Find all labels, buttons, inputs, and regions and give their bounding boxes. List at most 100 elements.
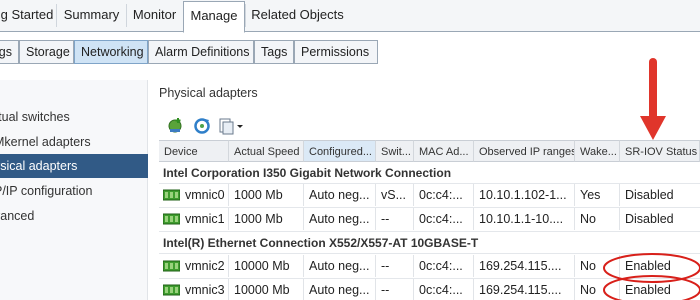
column-header-configured-speed[interactable]: Configured... xyxy=(304,140,376,162)
column-header-switch[interactable]: Swit... xyxy=(376,140,414,162)
sr-iov-status-cell: Enabled xyxy=(625,283,671,297)
tab-summary[interactable]: Summary xyxy=(56,4,126,27)
nav-label: rtual switches xyxy=(0,110,70,124)
mac-address-cell: 0c:c4:... xyxy=(414,279,474,300)
subtab-settings[interactable]: ings xyxy=(0,40,19,64)
column-label: Configured... xyxy=(309,146,372,158)
subtab-label: Networking xyxy=(81,45,144,59)
actual-speed-cell: 1000 Mb xyxy=(229,184,304,206)
tab-manage[interactable]: Manage xyxy=(183,1,245,33)
table-row[interactable]: vmnic2 10000 Mb Auto neg... -- 0c:c4:...… xyxy=(159,255,700,279)
physical-adapters-panel: Physical adapters Device Actual Speed Co… xyxy=(148,64,700,300)
actual-speed-cell: 10000 Mb xyxy=(229,255,304,277)
sr-iov-status-cell: Disabled xyxy=(625,188,674,202)
wake-on-lan-cell: Yes xyxy=(575,184,620,206)
configured-speed-cell: Auto neg... xyxy=(304,279,376,300)
nav-physical-adapters[interactable]: ysical adapters xyxy=(0,154,148,178)
nav-label: P/IP configuration xyxy=(0,184,93,198)
wake-on-lan-cell: No xyxy=(575,255,620,277)
tab-label: Summary xyxy=(63,7,120,22)
nav-label: ysical adapters xyxy=(0,159,78,173)
switch-cell: -- xyxy=(376,208,414,230)
sr-iov-status-cell: Enabled xyxy=(625,259,671,273)
table-row[interactable]: vmnic1 1000 Mb Auto neg... -- 0c:c4:... … xyxy=(159,208,700,232)
subtab-label: Alarm Definitions xyxy=(155,45,250,59)
subtab-label: Tags xyxy=(261,45,288,59)
configured-speed-cell: Auto neg... xyxy=(304,255,376,277)
switch-cell: -- xyxy=(376,279,414,300)
column-header-wake-on-lan[interactable]: Wake... xyxy=(575,140,620,162)
networking-nav: rtual switches Mkernel adapters ysical a… xyxy=(0,80,148,300)
observed-ip-cell: 10.10.1.102-1... xyxy=(474,184,575,206)
device-cell: vmnic2 xyxy=(159,255,229,277)
tab-label: Manage xyxy=(190,8,238,23)
adapter-toolbar xyxy=(166,116,266,138)
top-tab-bar: g Started Summary Monitor Manage Related… xyxy=(0,0,700,33)
column-header-device[interactable]: Device xyxy=(159,140,229,162)
column-header-actual-speed[interactable]: Actual Speed xyxy=(229,140,304,162)
column-header-observed-ip-ranges[interactable]: Observed IP ranges xyxy=(474,140,575,162)
add-networking-icon[interactable] xyxy=(166,116,186,136)
subtab-networking[interactable]: Networking xyxy=(74,40,148,64)
sr-iov-status-cell: Disabled xyxy=(625,212,674,226)
manage-sub-tab-bar: ings Storage Networking Alarm Definition… xyxy=(0,40,700,64)
network-adapter-icon xyxy=(162,213,181,225)
device-cell: vmnic3 xyxy=(159,279,229,300)
configured-speed-cell: Auto neg... xyxy=(304,208,376,230)
network-adapter-icon xyxy=(162,284,181,296)
nav-vmkernel-adapters[interactable]: Mkernel adapters xyxy=(0,130,148,154)
column-label: Observed IP ranges xyxy=(479,146,575,158)
column-label: Swit... xyxy=(381,146,411,158)
table-row[interactable]: vmnic3 10000 Mb Auto neg... -- 0c:c4:...… xyxy=(159,279,700,300)
wake-on-lan-cell: No xyxy=(575,279,620,300)
tab-monitor[interactable]: Monitor xyxy=(126,4,182,27)
mac-address-cell: 0c:c4:... xyxy=(414,208,474,230)
subtab-label: ings xyxy=(0,45,12,59)
switch-cell: -- xyxy=(376,255,414,277)
nav-virtual-switches[interactable]: rtual switches xyxy=(0,105,148,129)
adapter-group-header[interactable]: Intel(R) Ethernet Connection X552/X557-A… xyxy=(159,232,700,254)
table-row[interactable]: vmnic0 1000 Mb Auto neg... vS... 0c:c4:.… xyxy=(159,184,700,208)
subtab-alarm-definitions[interactable]: Alarm Definitions xyxy=(148,40,254,64)
actual-speed-cell: 10000 Mb xyxy=(229,279,304,300)
observed-ip-cell: 169.254.115.... xyxy=(474,255,575,277)
subtab-label: Permissions xyxy=(301,45,370,59)
column-label: SR-IOV Status xyxy=(625,146,698,158)
column-label: Actual Speed xyxy=(234,146,300,158)
mac-address-cell: 0c:c4:... xyxy=(414,255,474,277)
column-label: Wake... xyxy=(580,146,617,158)
actual-speed-cell: 1000 Mb xyxy=(229,208,304,230)
device-name: vmnic1 xyxy=(185,212,225,226)
tab-related-objects[interactable]: Related Objects xyxy=(245,4,349,27)
observed-ip-cell: 10.10.1.1-10.... xyxy=(474,208,575,230)
tab-label: Monitor xyxy=(132,7,177,22)
nav-label: Mkernel adapters xyxy=(0,135,91,149)
wake-on-lan-cell: No xyxy=(575,208,620,230)
configured-speed-cell: Auto neg... xyxy=(304,184,376,206)
network-adapter-icon xyxy=(162,189,181,201)
vsphere-web-client: g Started Summary Monitor Manage Related… xyxy=(0,0,700,300)
mac-address-cell: 0c:c4:... xyxy=(414,184,474,206)
tab-label: Related Objects xyxy=(251,7,344,22)
nav-label: vanced xyxy=(0,209,35,223)
column-label: Device xyxy=(164,146,198,158)
device-name: vmnic0 xyxy=(185,188,225,202)
nav-tcpip-configuration[interactable]: P/IP configuration xyxy=(0,179,148,203)
observed-ip-cell: 169.254.115.... xyxy=(474,279,575,300)
column-header-mac-address[interactable]: MAC Ad... xyxy=(414,140,474,162)
column-header-sr-iov-status[interactable]: SR-IOV Status xyxy=(620,140,700,162)
subtab-label: Storage xyxy=(26,45,70,59)
nav-advanced[interactable]: vanced xyxy=(0,204,148,228)
device-cell: vmnic0 xyxy=(159,184,229,206)
subtab-tags[interactable]: Tags xyxy=(254,40,294,64)
physical-adapters-table: Device Actual Speed Configured... Swit..… xyxy=(159,140,700,300)
actions-menu-icon[interactable] xyxy=(218,116,246,136)
device-name: vmnic2 xyxy=(185,259,225,273)
adapter-group-header[interactable]: Intel Corporation I350 Gigabit Network C… xyxy=(159,162,700,184)
subtab-storage[interactable]: Storage xyxy=(19,40,74,64)
page-title: Physical adapters xyxy=(159,86,258,100)
tab-getting-started[interactable]: g Started xyxy=(0,4,56,27)
switch-cell: vS... xyxy=(376,184,414,206)
refresh-icon[interactable] xyxy=(192,116,212,136)
subtab-permissions[interactable]: Permissions xyxy=(294,40,378,64)
